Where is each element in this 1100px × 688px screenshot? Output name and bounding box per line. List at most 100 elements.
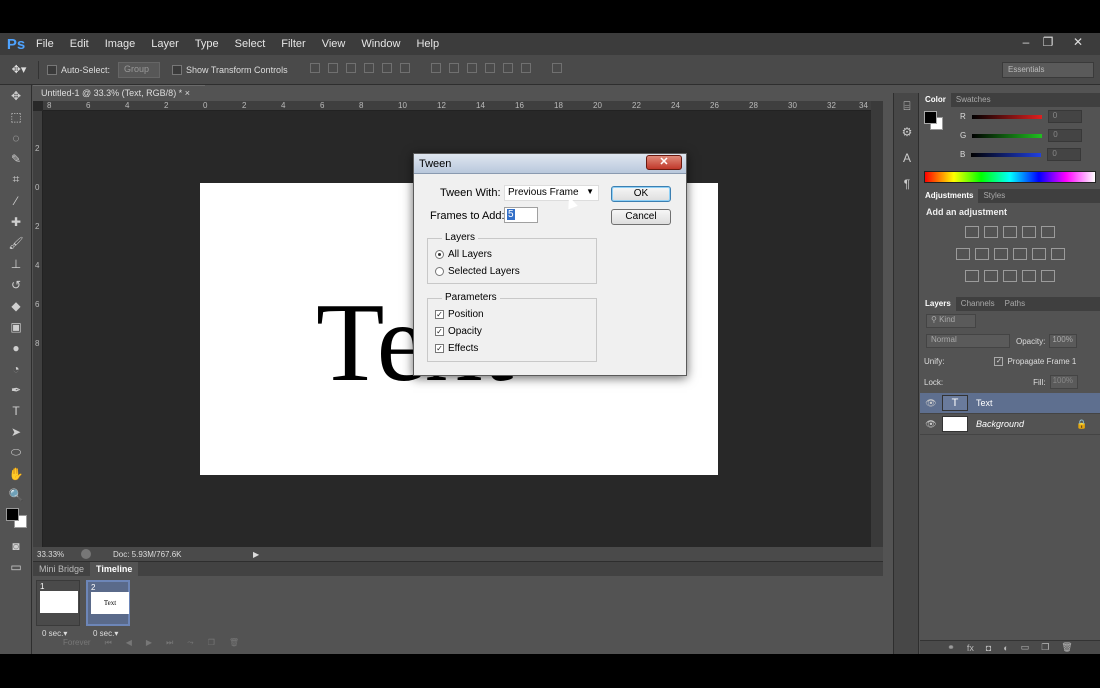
menu-edit[interactable]: Edit <box>62 38 97 50</box>
color-lookup-icon[interactable] <box>1050 248 1065 260</box>
align-hcenter-icon[interactable] <box>381 63 392 73</box>
dialog-title-bar[interactable]: Tween ✕ <box>414 154 686 174</box>
menu-file[interactable]: File <box>28 38 62 50</box>
type-tool-icon[interactable]: T <box>0 400 32 421</box>
g-slider[interactable] <box>972 133 1043 138</box>
propagate-checkbox[interactable]: ✓ <box>994 356 1004 366</box>
effects-option[interactable]: ✓ Effects <box>435 343 478 354</box>
eye-icon[interactable]: 👁 <box>920 398 942 409</box>
color-swatches-icon[interactable] <box>0 505 32 535</box>
layer-row-text[interactable]: 👁 T Text <box>920 393 1100 414</box>
quick-mask-icon[interactable]: ◙ <box>0 535 32 556</box>
position-option[interactable]: ✓ Position <box>435 309 484 320</box>
frame-delay[interactable]: 0 sec.▾ <box>93 629 118 638</box>
move-tool-preset-icon[interactable]: ✥▾ <box>0 63 38 76</box>
new-group-icon[interactable]: ▭ <box>1021 642 1030 653</box>
channel-mixer-icon[interactable] <box>1031 248 1046 260</box>
all-layers-radio[interactable] <box>435 250 444 259</box>
lasso-tool-icon[interactable]: ◌ <box>0 127 32 148</box>
black-white-icon[interactable] <box>993 248 1008 260</box>
r-slider[interactable] <box>971 114 1042 119</box>
vertical-scrollbar[interactable] <box>871 101 883 547</box>
tween-with-dropdown[interactable]: Previous Frame ▼ <box>504 185 599 201</box>
foreground-color-swatch[interactable] <box>924 111 937 124</box>
vibrance-icon[interactable] <box>1041 226 1055 238</box>
status-icon[interactable] <box>81 549 91 559</box>
layer-style-icon[interactable]: fx <box>967 643 974 653</box>
path-select-tool-icon[interactable]: ➤ <box>0 421 32 442</box>
hand-tool-icon[interactable]: ✋ <box>0 463 32 484</box>
brush-tool-icon[interactable]: 🖌 <box>0 232 32 253</box>
menu-type[interactable]: Type <box>187 38 227 50</box>
distribute-right-icon[interactable] <box>520 63 531 73</box>
next-frame-icon[interactable]: ⏭ <box>166 638 173 648</box>
restore-button[interactable]: ❐ <box>1038 35 1058 51</box>
effects-checkbox[interactable]: ✓ <box>435 344 444 353</box>
timeline-frame-1[interactable]: 1 0 sec.▾ <box>36 580 80 638</box>
align-vcenter-icon[interactable] <box>327 63 338 73</box>
selective-color-icon[interactable] <box>1022 270 1036 282</box>
link-layers-icon[interactable]: ⚭ <box>947 642 955 653</box>
tab-paths[interactable]: Paths <box>1000 297 1030 311</box>
kind-filter[interactable]: ⚲ Kind <box>926 314 976 328</box>
auto-select-dropdown[interactable]: Group <box>118 61 161 78</box>
character-panel-icon[interactable]: A <box>894 145 920 171</box>
dodge-tool-icon[interactable]: ◔ <box>0 358 32 379</box>
crop-tool-icon[interactable]: ⌗ <box>0 169 32 190</box>
align-right-icon[interactable] <box>399 63 410 73</box>
timeline-frame-2[interactable]: 2 Text 0 sec.▾ <box>86 580 130 638</box>
auto-select-checkbox[interactable] <box>47 64 57 75</box>
layer-row-background[interactable]: 👁 Background 🔒 <box>920 414 1100 435</box>
eye-icon[interactable]: 👁 <box>920 419 942 430</box>
g-value[interactable]: 0 <box>1048 129 1083 142</box>
opacity-option[interactable]: ✓ Opacity <box>435 326 482 337</box>
color-balance-icon[interactable] <box>974 248 989 260</box>
distribute-top-icon[interactable] <box>430 63 441 73</box>
align-bottom-icon[interactable] <box>345 63 356 73</box>
tab-mini-bridge[interactable]: Mini Bridge <box>33 562 90 576</box>
tab-timeline[interactable]: Timeline <box>90 562 139 576</box>
menu-layer[interactable]: Layer <box>143 38 187 50</box>
new-layer-icon[interactable]: ❐ <box>1041 642 1049 653</box>
eyedropper-tool-icon[interactable]: ⁄ <box>0 190 32 211</box>
actions-panel-icon[interactable]: ⚙ <box>894 119 920 145</box>
posterize-icon[interactable] <box>984 270 998 282</box>
b-value[interactable]: 0 <box>1047 148 1082 161</box>
menu-image[interactable]: Image <box>97 38 144 50</box>
blur-tool-icon[interactable]: ● <box>0 337 32 358</box>
close-doc-icon[interactable]: × <box>185 88 190 98</box>
tab-styles[interactable]: Styles <box>978 189 1010 203</box>
ok-button[interactable]: OK <box>611 186 671 202</box>
marquee-tool-icon[interactable]: ⬚ <box>0 106 32 127</box>
tab-channels[interactable]: Channels <box>956 297 1000 311</box>
healing-tool-icon[interactable]: ✚ <box>0 211 32 232</box>
zoom-level[interactable]: 33.33% <box>33 550 73 559</box>
eraser-tool-icon[interactable]: ◆ <box>0 295 32 316</box>
opacity-checkbox[interactable]: ✓ <box>435 327 444 336</box>
levels-icon[interactable] <box>984 226 998 238</box>
tween-icon[interactable]: ⤳ <box>187 638 193 648</box>
fill-value[interactable]: 100% <box>1049 375 1078 389</box>
distribute-hcenter-icon[interactable] <box>502 63 513 73</box>
distribute-bottom-icon[interactable] <box>466 63 477 73</box>
first-frame-icon[interactable]: ⏮ <box>105 638 112 648</box>
photo-filter-icon[interactable] <box>1012 248 1027 260</box>
adjustment-layer-icon[interactable]: ◐ <box>1003 643 1008 653</box>
menu-help[interactable]: Help <box>408 38 447 50</box>
prev-frame-icon[interactable]: ◀ <box>126 638 132 648</box>
workspace-dropdown[interactable]: Essentials <box>1002 62 1094 78</box>
tab-layers[interactable]: Layers <box>920 297 956 311</box>
brightness-icon[interactable] <box>965 226 979 238</box>
curves-icon[interactable] <box>1003 226 1017 238</box>
history-brush-icon[interactable]: ↺ <box>0 274 32 295</box>
all-layers-option[interactable]: All Layers <box>435 249 492 260</box>
exposure-icon[interactable] <box>1022 226 1036 238</box>
b-slider[interactable] <box>971 152 1042 157</box>
status-menu-arrow-icon[interactable]: ▶ <box>253 550 259 559</box>
auto-align-icon[interactable] <box>551 63 562 73</box>
dialog-close-button[interactable]: ✕ <box>646 155 682 170</box>
cancel-button[interactable]: Cancel <box>611 209 671 225</box>
gradient-map-icon[interactable] <box>1041 270 1055 282</box>
opacity-value[interactable]: 100% <box>1049 334 1078 348</box>
quick-select-tool-icon[interactable]: ✎ <box>0 148 32 169</box>
